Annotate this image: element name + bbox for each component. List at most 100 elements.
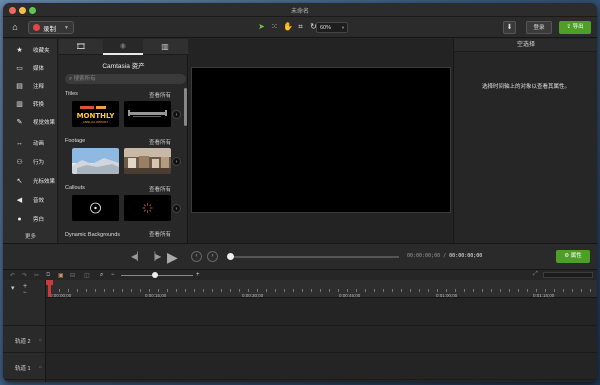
- see-all-link[interactable]: 查看所有: [149, 230, 171, 238]
- sidebar-item-label: 注释: [33, 84, 45, 90]
- record-dot-icon: [33, 24, 40, 31]
- hand-pan-icon[interactable]: ✋: [283, 22, 293, 32]
- timeline-toolbar: ↶ ↷ ✂ ⧉ ▣ ⊟ ◫ ⌕ − + ⤢: [3, 271, 597, 280]
- tab-media-library[interactable]: 🎞: [61, 39, 101, 55]
- see-all-link[interactable]: 查看所有: [149, 138, 171, 146]
- library-panel: 🎞 ⚛ ▥ Camtasia 资产 ⌕ 搜索所有 Titles 查看所有 MON…: [59, 39, 188, 243]
- title-thumbnail-art: MONTHLY ANNUAL REPORT: [72, 101, 119, 127]
- assets-icon: ⚛: [119, 42, 127, 51]
- split-icon[interactable]: ⊟: [70, 272, 75, 279]
- scrub-track[interactable]: [229, 256, 399, 258]
- sidebar-item-label: 旁白: [33, 217, 45, 223]
- remove-track-icon[interactable]: −: [23, 290, 27, 296]
- callout-thumbnail-art: [72, 195, 119, 221]
- track-divider: [3, 325, 597, 326]
- properties-button[interactable]: ⚙ 属性: [556, 250, 590, 263]
- next-icon[interactable]: ›: [207, 251, 218, 262]
- sidebar-item-media[interactable]: ▭ 媒体: [3, 59, 58, 77]
- sidebar-item-audio-effects[interactable]: ◀ 音效: [3, 191, 58, 209]
- redo-icon[interactable]: ↷: [22, 272, 27, 279]
- add-track-icon[interactable]: +: [23, 283, 27, 290]
- undo-icon[interactable]: ↶: [10, 272, 15, 279]
- previous-icon[interactable]: ‹: [191, 251, 202, 262]
- download-icon[interactable]: ⬇: [503, 21, 516, 34]
- preview-canvas[interactable]: [191, 67, 451, 213]
- step-forward-icon[interactable]: ▕▶: [149, 252, 161, 261]
- sidebar-item-label: 光标效果: [33, 179, 56, 185]
- asset-thumbnail[interactable]: [124, 148, 171, 174]
- export-button[interactable]: ⇪ 导出: [559, 21, 591, 34]
- login-button[interactable]: 登录: [526, 21, 552, 34]
- playhead[interactable]: [48, 280, 51, 297]
- books-icon: ▥: [161, 42, 169, 51]
- asset-thumbnail[interactable]: [124, 101, 171, 127]
- track-label: 轨道 1: [15, 366, 31, 372]
- chevron-right-icon[interactable]: ›: [172, 204, 181, 213]
- copy-icon[interactable]: ⧉: [46, 272, 50, 279]
- media-icon: ▭: [16, 65, 23, 72]
- zoom-in-icon[interactable]: +: [196, 272, 200, 278]
- sidebar-item-label: 收藏夹: [33, 48, 50, 54]
- chevron-down-icon[interactable]: ▾: [11, 284, 15, 292]
- magic-wand-icon: ✎: [16, 119, 23, 126]
- track-divider: [3, 379, 597, 380]
- track-divider: [3, 352, 597, 353]
- canvas-zoom-select[interactable]: 60% ▼: [316, 22, 348, 33]
- section-title-callouts: Callouts: [65, 185, 85, 191]
- sidebar-item-cursor-effects[interactable]: ↖ 光标效果: [3, 172, 58, 190]
- library-scrollbar[interactable]: [184, 88, 187, 126]
- multi-select-icon[interactable]: ⁙: [270, 22, 279, 32]
- search-input[interactable]: ⌕ 搜索所有: [65, 74, 186, 84]
- sidebar-item-voice-narration[interactable]: ● 旁白: [3, 210, 58, 228]
- timeline-zoom-handle[interactable]: [152, 272, 158, 278]
- sidebar-item-transitions[interactable]: ▥ 转换: [3, 95, 58, 113]
- crop-icon[interactable]: ⌗: [296, 22, 305, 32]
- title-thumbnail-art: [124, 101, 171, 127]
- chevron-right-icon[interactable]: ›: [172, 157, 181, 166]
- app-window: 未命名 ⌂ 录制 ▼ ➤ ⁙ ✋ ⌗ ↻ ⊞ 60% ▼ ⬇ 登录 ⇪ 导出: [3, 3, 597, 382]
- sidebar-item-label: 转换: [33, 102, 45, 108]
- sidebar-item-label: 动画: [33, 141, 45, 147]
- timeline-search-field[interactable]: [543, 272, 593, 278]
- snapshot-icon[interactable]: ◫: [84, 272, 90, 279]
- sidebar-item-annotations[interactable]: ▤ 注释: [3, 77, 58, 95]
- play-icon[interactable]: ▶: [167, 249, 178, 266]
- asset-thumbnail[interactable]: [72, 195, 119, 221]
- transition-icon: ▥: [16, 101, 23, 108]
- title-thumb-text: MONTHLY: [77, 112, 116, 120]
- step-back-icon[interactable]: ◀▏: [131, 252, 143, 261]
- select-arrow-icon[interactable]: ➤: [257, 22, 266, 32]
- ruler-ticks: [50, 289, 597, 292]
- home-icon[interactable]: ⌂: [10, 22, 20, 32]
- search-icon: ⌕: [69, 76, 73, 82]
- sidebar-item-behaviors[interactable]: ⚇ 行为: [3, 153, 58, 171]
- timeline-tracks[interactable]: [46, 298, 597, 382]
- lock-icon[interactable]: ⌂: [39, 364, 42, 370]
- lock-icon[interactable]: ⌂: [39, 337, 42, 343]
- record-button[interactable]: 录制 ▼: [28, 21, 74, 34]
- fit-icon[interactable]: ⤢: [533, 271, 538, 278]
- sidebar-item-visual-effects[interactable]: ✎ 视觉效果: [3, 113, 58, 131]
- zoom-out-icon[interactable]: −: [111, 272, 115, 278]
- asset-thumbnail[interactable]: MONTHLY ANNUAL REPORT: [72, 101, 119, 127]
- track-headers: 轨道 2 ⌂ 轨道 1 ⌂: [3, 298, 46, 382]
- paste-icon[interactable]: ▣: [58, 272, 64, 279]
- cursor-icon: ↖: [16, 178, 23, 185]
- footage-thumbnail-art: [124, 148, 171, 174]
- asset-thumbnail[interactable]: [72, 148, 119, 174]
- animation-arrow-icon: ↔: [16, 139, 23, 147]
- sidebar-item-label: 行为: [33, 160, 45, 166]
- see-all-link[interactable]: 查看所有: [149, 91, 171, 99]
- see-all-link[interactable]: 查看所有: [149, 185, 171, 193]
- chevron-right-icon[interactable]: ›: [172, 110, 181, 119]
- title-thumb-subtext: ANNUAL REPORT: [83, 120, 108, 124]
- scrub-handle[interactable]: [227, 253, 234, 260]
- sidebar-more-button[interactable]: 更多: [3, 232, 58, 240]
- sidebar-item-label: 视觉效果: [33, 120, 56, 126]
- sidebar-item-favorites[interactable]: ★ 收藏夹: [3, 41, 58, 59]
- tab-assets[interactable]: ⚛: [103, 39, 143, 55]
- sidebar-item-animations[interactable]: ↔ 动画: [3, 134, 58, 152]
- cut-icon[interactable]: ✂: [34, 272, 39, 279]
- asset-thumbnail[interactable]: [124, 195, 171, 221]
- tab-library[interactable]: ▥: [145, 39, 185, 55]
